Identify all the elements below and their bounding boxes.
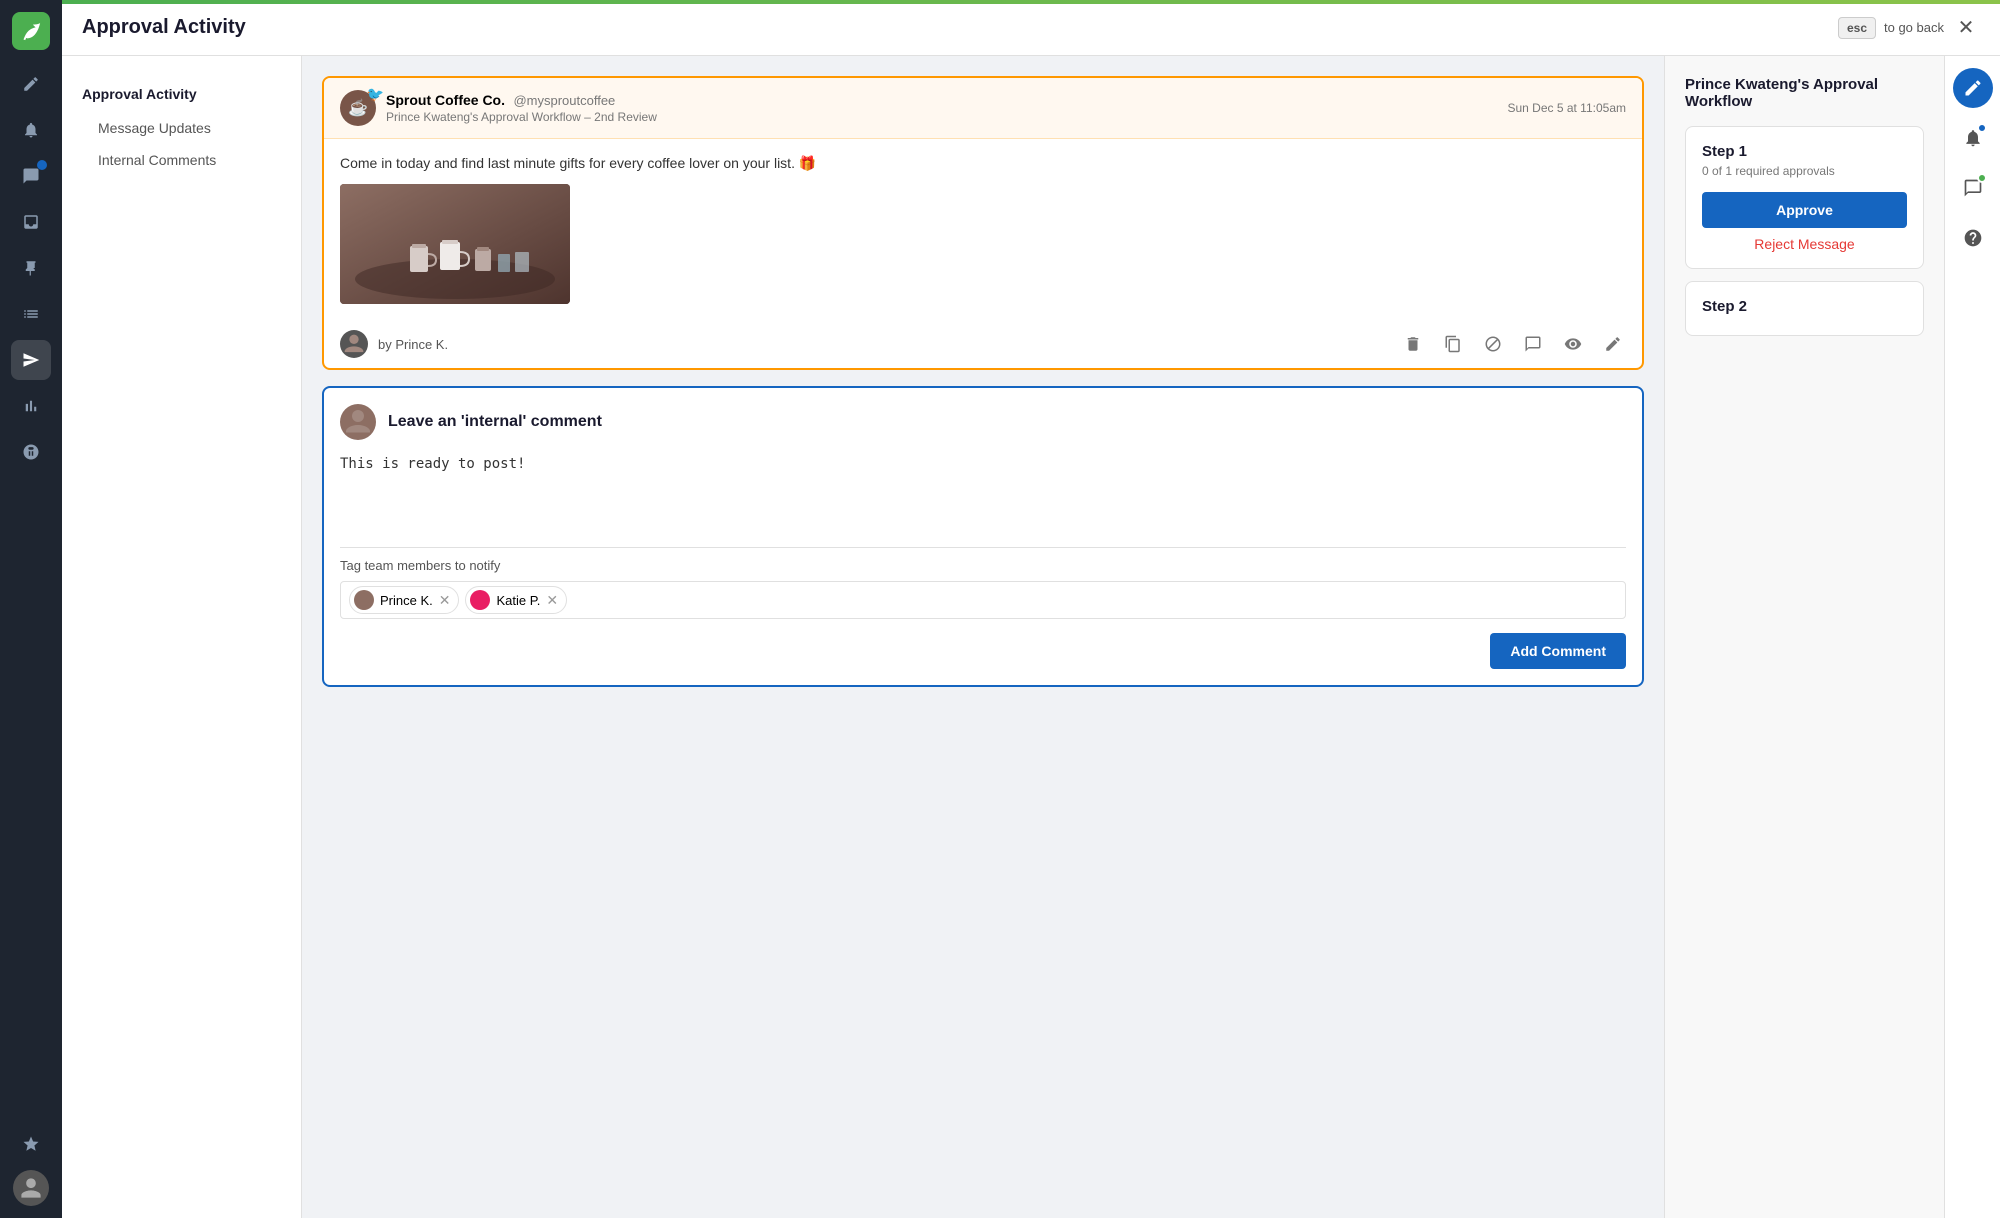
chat-icon[interactable]	[1953, 168, 1993, 208]
add-comment-button[interactable]: Add Comment	[1490, 633, 1626, 669]
nav-message-updates[interactable]: Message Updates	[62, 112, 301, 144]
reject-link[interactable]: Reject Message	[1702, 236, 1907, 252]
workflow-title: Prince Kwateng's Approval Workflow	[1685, 76, 1924, 110]
approve-button[interactable]: Approve	[1702, 192, 1907, 228]
tag-katie: Katie P. ✕	[465, 586, 567, 614]
tags-area[interactable]: Prince K. ✕ Katie P. ✕	[340, 581, 1626, 619]
comment-label: Leave an 'internal' comment	[388, 413, 602, 431]
tag-katie-remove[interactable]: ✕	[546, 593, 558, 607]
sidebar-icon-bot[interactable]	[11, 432, 51, 472]
sidebar-logo[interactable]	[12, 12, 50, 50]
post-card-body: Come in today and find last minute gifts…	[324, 139, 1642, 320]
post-card-footer: by Prince K.	[324, 320, 1642, 368]
topbar: Approval Activity esc to go back ✕	[62, 0, 2000, 56]
right-panel: Prince Kwateng's Approval Workflow Step …	[1664, 56, 1944, 1218]
main-container: Approval Activity esc to go back ✕ Appro…	[62, 0, 2000, 1218]
post-image	[340, 184, 570, 304]
sidebar-icon-messages[interactable]	[11, 156, 51, 196]
go-back-text: to go back	[1884, 20, 1944, 35]
sidebar-icon-compose[interactable]	[11, 64, 51, 104]
notifications-icon[interactable]	[1953, 118, 1993, 158]
sidebar-icon-chart[interactable]	[11, 386, 51, 426]
poster-avatar	[340, 330, 368, 358]
sidebar-icon-send[interactable]	[11, 340, 51, 380]
compose-fab[interactable]	[1953, 68, 1993, 108]
workflow-label: Prince Kwateng's Approval Workflow – 2nd…	[386, 110, 1497, 124]
comment-footer: Add Comment	[340, 633, 1626, 669]
prince-avatar	[354, 590, 374, 610]
help-icon[interactable]	[1953, 218, 1993, 258]
sidebar	[0, 0, 62, 1218]
sidebar-icon-star[interactable]	[11, 1124, 51, 1164]
tag-prince: Prince K. ✕	[349, 586, 459, 614]
preview-button[interactable]	[1560, 331, 1586, 357]
comment-button[interactable]	[1520, 331, 1546, 357]
katie-avatar	[470, 590, 490, 610]
sidebar-icon-pin[interactable]	[11, 248, 51, 288]
nav-approval-activity[interactable]: Approval Activity	[62, 76, 301, 112]
user-avatar[interactable]	[13, 1170, 49, 1206]
step-2-label: Step 2	[1702, 298, 1907, 315]
comment-textarea[interactable]: This is ready to post!	[340, 452, 1626, 532]
edit-button[interactable]	[1600, 331, 1626, 357]
left-nav: Approval Activity Message Updates Intern…	[62, 56, 302, 1218]
step-2-card: Step 2	[1685, 281, 1924, 336]
copy-button[interactable]	[1440, 331, 1466, 357]
post-card: ☕ 🐦 Sprout Coffee Co. @mysproutcoffee Pr…	[322, 76, 1644, 370]
sidebar-icon-inbox[interactable]	[11, 202, 51, 242]
tag-katie-name: Katie P.	[496, 593, 540, 608]
content-area: Approval Activity Message Updates Intern…	[62, 56, 2000, 1218]
post-text: Come in today and find last minute gifts…	[340, 155, 1626, 172]
twitter-icon: 🐦	[367, 86, 384, 103]
step-1-required: 0 of 1 required approvals	[1702, 164, 1907, 178]
sidebar-icon-list[interactable]	[11, 294, 51, 334]
post-card-info: Sprout Coffee Co. @mysproutcoffee Prince…	[386, 92, 1497, 124]
sidebar-icon-notifications[interactable]	[11, 110, 51, 150]
esc-badge: esc	[1838, 17, 1876, 39]
step-1-label: Step 1	[1702, 143, 1907, 160]
topbar-actions: esc to go back ✕	[1838, 14, 1980, 42]
comment-header: Leave an 'internal' comment	[340, 404, 1626, 440]
post-card-header: ☕ 🐦 Sprout Coffee Co. @mysproutcoffee Pr…	[324, 78, 1642, 139]
comment-card: Leave an 'internal' comment This is read…	[322, 386, 1644, 687]
block-button[interactable]	[1480, 331, 1506, 357]
poster-by: by Prince K.	[378, 337, 448, 352]
tag-label: Tag team members to notify	[340, 558, 1626, 573]
tag-prince-name: Prince K.	[380, 593, 433, 608]
step-1-card: Step 1 0 of 1 required approvals Approve…	[1685, 126, 1924, 269]
commenter-avatar	[340, 404, 376, 440]
post-actions	[1400, 331, 1626, 357]
post-time: Sun Dec 5 at 11:05am	[1507, 101, 1626, 115]
comment-divider	[340, 547, 1626, 548]
close-button[interactable]: ✕	[1952, 14, 1980, 42]
delete-button[interactable]	[1400, 331, 1426, 357]
far-right-icons	[1944, 56, 2000, 1218]
center-content: ☕ 🐦 Sprout Coffee Co. @mysproutcoffee Pr…	[302, 56, 1664, 1218]
nav-internal-comments[interactable]: Internal Comments	[62, 144, 301, 176]
progress-bar	[62, 0, 2000, 4]
tag-prince-remove[interactable]: ✕	[439, 593, 451, 607]
page-title: Approval Activity	[82, 16, 246, 39]
account-name: Sprout Coffee Co. @mysproutcoffee	[386, 92, 1497, 110]
